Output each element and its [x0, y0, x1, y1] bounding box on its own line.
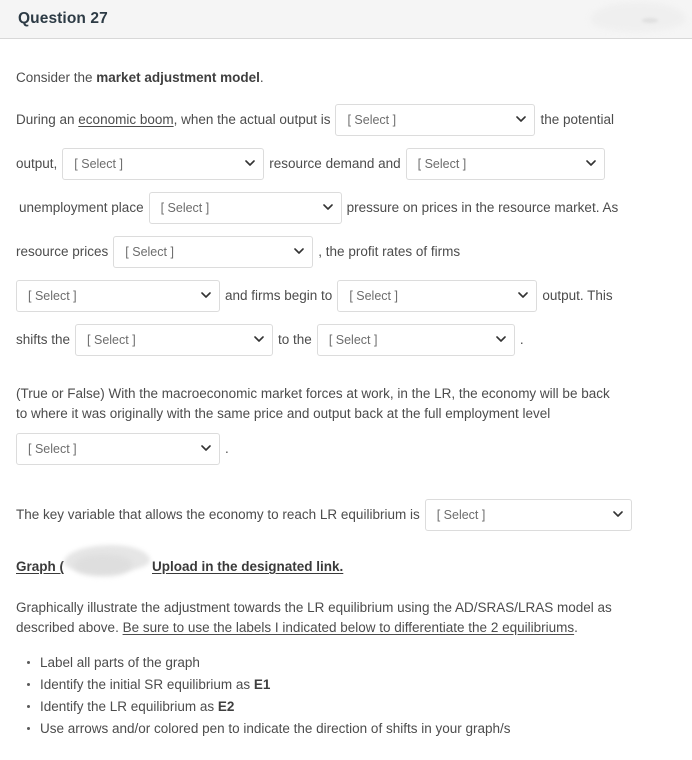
sentence1-seg11: output. This	[542, 287, 613, 303]
bullet-text: Label all parts of the graph	[40, 655, 200, 671]
select-actual-output-comparison[interactable]: [ Select ]	[335, 103, 536, 136]
sentence-row-6: shifts the [ Select ] to the [ Select ] …	[16, 323, 676, 356]
sentence-row-3: unemployment place [ Select ] pressure o…	[16, 191, 676, 224]
true-false-block: (True or False) With the macroeconomic m…	[16, 384, 676, 466]
chevron-down-icon	[612, 509, 623, 518]
select-shift-direction[interactable]: [ Select ]	[316, 323, 515, 356]
sentence1-seg2: , when the actual output is	[173, 111, 331, 127]
select-label: [ Select ]	[74, 156, 123, 171]
key-variable-text: The key variable that allows the economy…	[16, 507, 420, 523]
sentence-row-5: [ Select ] and firms begin to [ Select ]…	[16, 279, 676, 312]
chevron-down-icon	[518, 290, 529, 299]
select-label: [ Select ]	[347, 112, 397, 127]
question-header: Question 27	[0, 0, 692, 39]
select-profit-rates-change[interactable]: [ Select ]	[16, 279, 220, 312]
chevron-down-icon	[496, 334, 506, 343]
chevron-down-icon	[201, 443, 211, 452]
graph-upload-instruction: Graph ( Upload in the designated link.	[16, 545, 344, 577]
economic-boom-term: economic boom	[78, 111, 174, 127]
bullet-bold: E2	[217, 698, 235, 714]
description-line2-underlined: Be sure to use the labels I indicated be…	[122, 619, 575, 635]
intro-prefix: Consider the	[16, 70, 97, 85]
select-label: [ Select ]	[328, 332, 378, 347]
select-unemployment-change[interactable]: [ Select ]	[405, 147, 605, 180]
chevron-down-icon	[322, 202, 333, 211]
redaction-smudge-header-secondary	[642, 18, 658, 23]
select-curve-shifted[interactable]: [ Select ]	[75, 323, 274, 356]
intro-suffix: .	[259, 70, 264, 85]
select-label: [ Select ]	[125, 244, 174, 259]
chevron-down-icon	[516, 114, 527, 123]
select-firms-output-action[interactable]: [ Select ]	[337, 279, 538, 312]
sentence-row-4: resource prices [ Select ] , the profit …	[16, 235, 676, 268]
description-line2-end: .	[574, 619, 578, 635]
graph-suffix: Upload in the designated link.	[152, 559, 344, 575]
description-line-2: described above. Be sure to use the labe…	[16, 618, 676, 638]
key-variable-row: The key variable that allows the economy…	[16, 499, 676, 532]
select-resource-demand-change[interactable]: [ Select ]	[62, 147, 265, 180]
sentence1-seg5: resource demand and	[269, 155, 401, 171]
list-item: Label all parts of the graph	[27, 652, 676, 674]
sentence1-seg4: output,	[16, 155, 58, 171]
select-true-false-answer[interactable]: [ Select ]	[16, 433, 220, 466]
sentence1-seg10: and firms begin to	[225, 287, 333, 303]
sentence1-seg8: resource prices	[16, 243, 109, 259]
intro-bold-term: market adjustment model	[96, 70, 260, 85]
select-label: [ Select ]	[417, 156, 467, 171]
select-price-pressure[interactable]: [ Select ]	[148, 191, 342, 224]
select-label: [ Select ]	[28, 442, 77, 456]
sentence1-seg7: pressure on prices in the resource marke…	[346, 199, 619, 215]
description-line-1: Graphically illustrate the adjustment to…	[16, 599, 612, 615]
question-body: Consider the market adjustment model. Du…	[0, 68, 692, 740]
description-line2-plain: described above.	[16, 619, 123, 635]
sentence-row-1: During an economic boom, when the actual…	[16, 103, 676, 136]
list-item: Identify the initial SR equilibrium as E…	[27, 674, 676, 696]
chevron-down-icon	[254, 334, 264, 343]
intro-paragraph: Consider the market adjustment model.	[16, 68, 676, 88]
chevron-down-icon	[245, 158, 256, 167]
select-resource-prices-change[interactable]: [ Select ]	[113, 235, 314, 268]
graph-requirements-list: Label all parts of the graph Identify th…	[16, 652, 676, 739]
redaction-smudge-header	[590, 2, 686, 32]
bullet-text: Identify the initial SR equilibrium as	[40, 676, 254, 692]
sentence1-seg6: unemployment place	[19, 199, 144, 215]
redaction-smudge-graph-secondary	[74, 554, 132, 577]
sentence1-seg9: , the profit rates of firms	[318, 243, 461, 259]
select-label: [ Select ]	[349, 288, 398, 303]
true-false-period: .	[225, 441, 229, 457]
true-false-line-2: to where it was originally with the same…	[16, 405, 551, 421]
graph-prefix: Graph (	[16, 559, 65, 575]
list-item: Identify the LR equilibrium as E2	[27, 696, 676, 718]
chevron-down-icon	[201, 290, 211, 299]
sentence1-seg13: to the	[278, 331, 312, 347]
sentence1-seg12: shifts the	[16, 331, 71, 347]
sentence1-seg1: During an	[16, 111, 79, 127]
select-label: [ Select ]	[160, 200, 210, 215]
chevron-down-icon	[585, 158, 596, 167]
chevron-down-icon	[294, 246, 305, 255]
list-item: Use arrows and/or colored pen to indicat…	[27, 718, 676, 740]
sentence1-seg3: the potential	[540, 111, 615, 127]
select-label: [ Select ]	[436, 508, 486, 522]
bullet-text: Use arrows and/or colored pen to indicat…	[40, 720, 511, 736]
bullet-text: Identify the LR equilibrium as	[40, 698, 218, 714]
sentence1-seg14: .	[519, 331, 524, 347]
true-false-line-1: (True or False) With the macroeconomic m…	[16, 385, 610, 401]
sentence-row-2: output, [ Select ] resource demand and […	[16, 147, 676, 180]
true-false-answer-row: [ Select ] .	[16, 433, 676, 466]
graph-description: Graphically illustrate the adjustment to…	[16, 598, 676, 639]
bullet-bold: E1	[253, 676, 271, 692]
select-label: [ Select ]	[87, 332, 136, 347]
select-label: [ Select ]	[28, 288, 77, 303]
select-key-variable[interactable]: [ Select ]	[424, 499, 632, 532]
page-title: Question 27	[18, 10, 108, 27]
